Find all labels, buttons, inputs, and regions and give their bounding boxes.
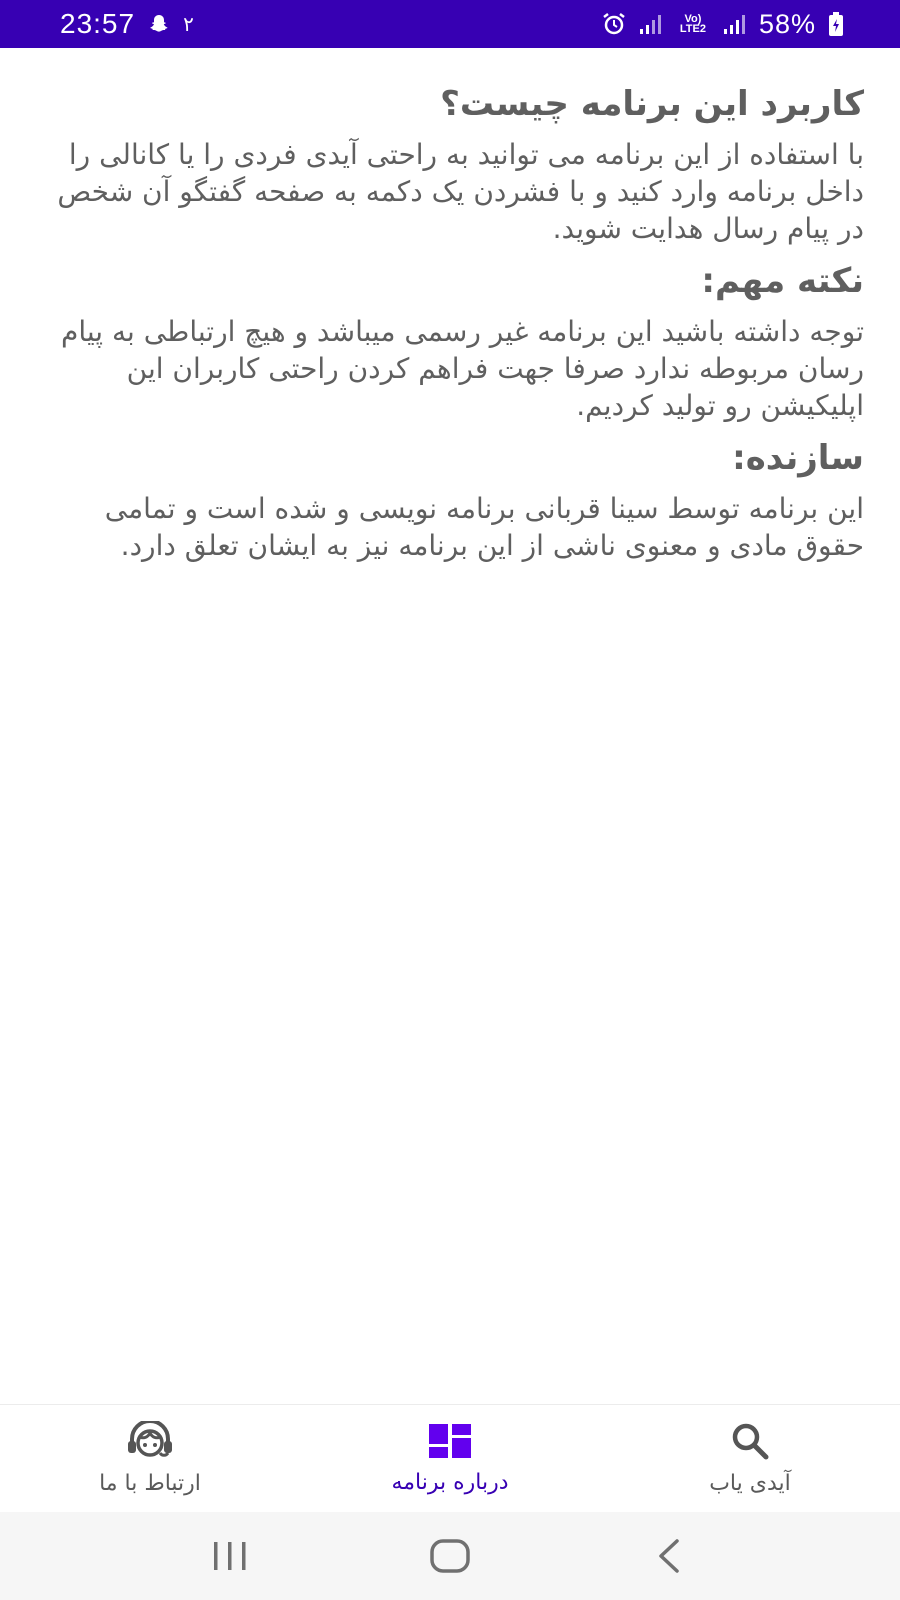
battery-percent: 58%	[758, 8, 816, 39]
nav-label-about-app: درباره برنامه	[391, 1470, 509, 1495]
snapchat-icon	[147, 12, 171, 36]
battery-charging-icon	[828, 11, 844, 37]
network-type-label: Vo) LTE2	[679, 13, 706, 35]
section-heading-usage: کاربرد این برنامه چیست؟	[440, 84, 864, 124]
home-icon[interactable]	[410, 1526, 490, 1586]
signal-icon-2	[723, 13, 747, 35]
section-heading-note: نکته مهم:	[701, 261, 864, 301]
signal-icon	[639, 13, 663, 35]
search-icon	[729, 1421, 771, 1465]
section-body-note: توجه داشته باشید این برنامه غیر رسمی میب…	[60, 315, 864, 422]
nav-label-id-finder: آیدی یاب	[709, 1471, 791, 1496]
support-agent-icon	[124, 1419, 176, 1465]
notification-count: ۲	[183, 13, 194, 36]
status-bar-right: Vo) LTE2 58%	[601, 9, 844, 40]
alarm-icon	[601, 11, 627, 37]
about-content: کاربرد این برنامه چیست؟ با استفاده از ای…	[0, 48, 900, 1404]
nav-item-contact-us[interactable]: ارتباط با ما	[0, 1405, 300, 1512]
section-heading-developer: سازنده:	[732, 438, 864, 478]
status-time: 23:57	[60, 8, 136, 39]
status-bar-left: 23:57 ۲	[60, 8, 194, 40]
bottom-navigation: ارتباط با ما درباره برنامه آیدی یاب	[0, 1404, 900, 1512]
dashboard-icon	[427, 1422, 473, 1464]
back-icon[interactable]	[630, 1526, 710, 1586]
recent-apps-icon[interactable]	[190, 1526, 270, 1586]
system-navigation-bar	[0, 1512, 900, 1600]
section-body-developer: این برنامه توسط سینا قربانی برنامه نویسی…	[104, 492, 864, 562]
nav-label-contact-us: ارتباط با ما	[99, 1471, 201, 1496]
section-body-usage: با استفاده از این برنامه می توانید به را…	[57, 138, 864, 245]
nav-item-id-finder[interactable]: آیدی یاب	[600, 1405, 900, 1512]
volte-icon: Vo) LTE2	[675, 13, 711, 35]
nav-item-about-app[interactable]: درباره برنامه	[300, 1405, 600, 1512]
status-bar: 23:57 ۲ Vo) LTE2 58%	[0, 0, 900, 48]
